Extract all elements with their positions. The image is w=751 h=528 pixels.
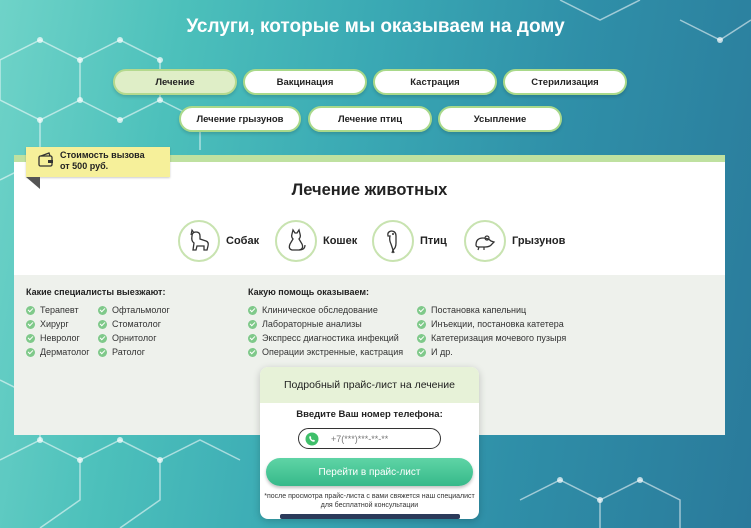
animal-dogs[interactable]: Собак bbox=[178, 220, 259, 262]
list-item: Терапевт bbox=[26, 303, 90, 317]
form-note-line2: для бесплатной консультации bbox=[320, 502, 419, 509]
wallet-icon bbox=[38, 152, 53, 167]
list-item: Катетеризация мочевого пузыря bbox=[417, 331, 566, 345]
list-item: Хирург bbox=[26, 317, 90, 331]
tab-rodent-treatment[interactable]: Лечение грызунов bbox=[179, 106, 301, 132]
check-icon bbox=[98, 305, 107, 315]
tab-bird-treatment[interactable]: Лечение птиц bbox=[308, 106, 432, 132]
list-item: Инъекции, постановка катетера bbox=[417, 317, 566, 331]
list-item-label: Орнитолог bbox=[112, 333, 157, 343]
tab-sterilization[interactable]: Стерилизация bbox=[503, 69, 627, 95]
check-icon bbox=[417, 305, 426, 315]
phone-field[interactable] bbox=[298, 428, 441, 449]
list-item: Лабораторные анализы bbox=[248, 317, 403, 331]
animal-birds[interactable]: Птиц bbox=[372, 220, 447, 262]
check-icon bbox=[26, 319, 35, 329]
list-item: Орнитолог bbox=[98, 331, 170, 345]
animal-circle bbox=[178, 220, 220, 262]
phone-label: Введите Ваш номер телефона: bbox=[296, 409, 443, 420]
form-note: *после просмотра прайс-листа с вами свяж… bbox=[260, 492, 479, 510]
help-list-2: Постановка капельниц Инъекции, постановк… bbox=[417, 303, 566, 359]
list-item: Невролог bbox=[26, 331, 90, 345]
go-to-price-list-button[interactable]: Перейти в прайс-лист bbox=[266, 458, 473, 486]
list-item-label: И др. bbox=[431, 347, 453, 357]
list-item: Ратолог bbox=[98, 345, 170, 359]
list-item: Дерматолог bbox=[26, 345, 90, 359]
page-title: Услуги, которые мы оказываем на дому bbox=[186, 16, 565, 37]
check-icon bbox=[26, 305, 35, 315]
animal-label: Грызунов bbox=[512, 235, 566, 247]
list-item-label: Клиническое обследование bbox=[262, 305, 378, 315]
check-icon bbox=[248, 347, 257, 357]
list-item: Операции экстренные, кастрация bbox=[248, 345, 403, 359]
form-bottom-bar bbox=[280, 514, 460, 519]
specialists-list-1: Терапевт Хирург Невролог Дерматолог bbox=[26, 303, 90, 359]
section-title: Лечение животных bbox=[291, 181, 448, 199]
bird-icon bbox=[387, 230, 397, 254]
phone-input[interactable] bbox=[331, 433, 441, 444]
rodent-icon bbox=[475, 235, 496, 251]
tab-vaccination[interactable]: Вакцинация bbox=[243, 69, 367, 95]
list-item-label: Постановка капельниц bbox=[431, 305, 527, 315]
list-item-label: Невролог bbox=[40, 333, 80, 343]
tab-castration[interactable]: Кастрация bbox=[373, 69, 497, 95]
animal-label: Собак bbox=[226, 235, 260, 247]
help-title: Какую помощь оказываем: bbox=[248, 287, 370, 297]
check-icon bbox=[248, 319, 257, 329]
list-item: И др. bbox=[417, 345, 566, 359]
list-item-label: Операции экстренные, кастрация bbox=[262, 347, 404, 357]
list-item-label: Хирург bbox=[40, 319, 69, 329]
check-icon bbox=[98, 347, 107, 357]
check-icon bbox=[417, 319, 426, 329]
check-icon bbox=[26, 347, 35, 357]
help-list-1: Клиническое обследование Лабораторные ан… bbox=[248, 303, 403, 359]
list-item: Стоматолог bbox=[98, 317, 170, 331]
list-item-label: Терапевт bbox=[40, 305, 79, 315]
specialists-title: Какие специалисты выезжают: bbox=[26, 287, 166, 297]
list-item-label: Офтальмолог bbox=[112, 305, 170, 315]
form-note-line1: *после просмотра прайс-листа с вами свяж… bbox=[264, 493, 475, 500]
animal-label: Птиц bbox=[420, 235, 447, 247]
list-item-label: Дерматолог bbox=[40, 347, 90, 357]
list-item-label: Катетеризация мочевого пузыря bbox=[431, 333, 567, 343]
cat-icon bbox=[288, 228, 306, 251]
dog-icon bbox=[190, 228, 209, 251]
list-item: Клиническое обследование bbox=[248, 303, 403, 317]
check-icon bbox=[26, 333, 35, 343]
list-item-label: Инъекции, постановка катетера bbox=[431, 319, 564, 329]
tab-euthanasia[interactable]: Усыпление bbox=[438, 106, 562, 132]
animal-circle bbox=[275, 220, 317, 262]
animal-rodents[interactable]: Грызунов bbox=[464, 220, 565, 262]
list-item-label: Экспресс диагностика инфекций bbox=[262, 333, 399, 343]
form-header: Подробный прайс-лист на лечение bbox=[260, 367, 479, 403]
list-item: Офтальмолог bbox=[98, 303, 170, 317]
animal-circle bbox=[372, 220, 414, 262]
price-badge-line1: Стоимость вызова bbox=[60, 150, 145, 160]
list-item-label: Лабораторные анализы bbox=[262, 319, 362, 329]
price-badge-text: Стоимость вызова от 500 руб. bbox=[60, 150, 168, 172]
price-list-form: Подробный прайс-лист на лечение Введите … bbox=[260, 367, 479, 519]
list-item: Постановка капельниц bbox=[417, 303, 566, 317]
list-item-label: Ратолог bbox=[112, 347, 145, 357]
tab-treatment[interactable]: Лечение bbox=[113, 69, 237, 95]
price-badge-line2: от 500 руб. bbox=[60, 161, 109, 171]
check-icon bbox=[417, 333, 426, 343]
animal-label: Кошек bbox=[323, 235, 358, 247]
check-icon bbox=[417, 347, 426, 357]
animal-cats[interactable]: Кошек bbox=[275, 220, 357, 262]
list-item: Экспресс диагностика инфекций bbox=[248, 331, 403, 345]
check-icon bbox=[98, 319, 107, 329]
check-icon bbox=[248, 333, 257, 343]
whatsapp-icon bbox=[305, 432, 319, 445]
check-icon bbox=[248, 305, 257, 315]
specialists-list-2: Офтальмолог Стоматолог Орнитолог Ратолог bbox=[98, 303, 170, 359]
check-icon bbox=[98, 333, 107, 343]
animal-circle bbox=[464, 220, 506, 262]
list-item-label: Стоматолог bbox=[112, 319, 161, 329]
